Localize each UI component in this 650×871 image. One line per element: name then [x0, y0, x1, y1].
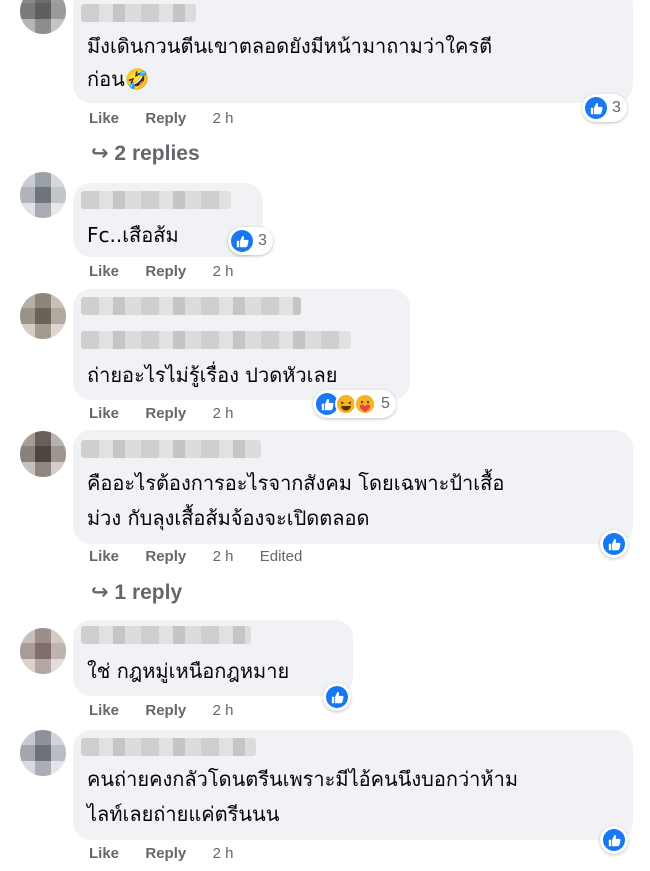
comment-text-line: คืออะไรต้องการอะไรจากสังคม โดยเฉพาะป้าเส… — [87, 471, 505, 495]
comment-text-line: ก่อน🤣 — [87, 67, 150, 91]
comment-bubble: คืออะไรต้องการอะไรจากสังคม โดยเฉพาะป้าเส… — [73, 430, 633, 544]
comment-text-line: คนถ่ายคงกลัวโดนตรีนเพราะมีไอ้คนนึงบอกว่า… — [87, 767, 519, 791]
reply-link[interactable]: Reply — [145, 702, 186, 719]
reply-link[interactable]: Reply — [145, 263, 186, 280]
like-link[interactable]: Like — [89, 702, 119, 719]
comment-bubble: มึงเดินกวนตีนเขาตลอดยังมีหน้ามาถามว่าใคร… — [73, 0, 633, 103]
comment-actions: Like Reply 2 h — [89, 702, 233, 719]
like-link[interactable]: Like — [89, 405, 119, 422]
comment-bubble: ใช่ กฎหมู่เหนือกฎหมาย — [73, 620, 353, 696]
like-link[interactable]: Like — [89, 548, 119, 565]
comment-text-line: มึงเดินกวนตีนเขาตลอดยังมีหน้ามาถามว่าใคร… — [87, 34, 493, 58]
author-name[interactable] — [81, 440, 261, 458]
comment-text-line: ม่วง กับลุงเสื้อส้มจ้องจะเปิดตลอด — [87, 506, 370, 530]
reaction-summary[interactable] — [600, 826, 628, 854]
author-name-line — [81, 331, 351, 349]
view-replies-link[interactable]: ↪ 1 reply — [91, 580, 182, 605]
comment-thread: มึงเดินกวนตีนเขาตลอดยังมีหน้ามาถามว่าใคร… — [0, 0, 650, 871]
avatar[interactable] — [20, 172, 66, 218]
care-face-icon — [354, 393, 376, 415]
avatar[interactable] — [20, 431, 66, 477]
author-name[interactable] — [81, 191, 231, 209]
thumbs-up-icon — [603, 533, 625, 555]
author-name[interactable] — [81, 4, 196, 22]
reaction-summary[interactable]: 5 — [313, 390, 396, 418]
timestamp[interactable]: 2 h — [213, 548, 234, 565]
edited-label: Edited — [259, 548, 303, 565]
like-link[interactable]: Like — [89, 263, 119, 280]
reaction-count: 3 — [258, 232, 267, 249]
view-replies-link[interactable]: ↪ 2 replies — [91, 141, 200, 166]
reaction-summary[interactable] — [600, 530, 628, 558]
reply-link[interactable]: Reply — [145, 110, 186, 127]
like-link[interactable]: Like — [89, 845, 119, 862]
reply-link[interactable]: Reply — [145, 548, 186, 565]
comment-actions: Like Reply 2 h — [89, 845, 233, 862]
comment-actions: Like Reply 2 h — [89, 405, 233, 422]
comment-actions: Like Reply 2 h — [89, 110, 233, 127]
author-name[interactable] — [81, 626, 251, 644]
reaction-count: 5 — [381, 395, 390, 412]
thumbs-up-icon — [585, 97, 607, 119]
author-name[interactable] — [81, 738, 256, 756]
reply-link[interactable]: Reply — [145, 405, 186, 422]
timestamp[interactable]: 2 h — [213, 110, 234, 127]
avatar[interactable] — [20, 293, 66, 339]
timestamp[interactable]: 2 h — [213, 263, 234, 280]
avatar[interactable] — [20, 0, 66, 34]
comment-bubble: คนถ่ายคงกลัวโดนตรีนเพราะมีไอ้คนนึงบอกว่า… — [73, 730, 633, 840]
comment-text-line: Fc..เสือส้ม — [87, 223, 179, 247]
thumbs-up-icon — [326, 686, 348, 708]
reaction-summary[interactable]: 3 — [228, 227, 273, 255]
comment-actions: Like Reply 2 h Edited — [89, 548, 302, 565]
comment-bubble: ถ่ายอะไรไม่รู้เรื่อง ปวดหัวเลย — [73, 289, 410, 400]
thumbs-up-icon — [231, 230, 253, 252]
timestamp[interactable]: 2 h — [213, 845, 234, 862]
reaction-summary[interactable] — [323, 683, 351, 711]
timestamp[interactable]: 2 h — [213, 405, 234, 422]
comment-text-line: ถ่ายอะไรไม่รู้เรื่อง ปวดหัวเลย — [87, 363, 338, 387]
like-link[interactable]: Like — [89, 110, 119, 127]
comment-actions: Like Reply 2 h — [89, 263, 233, 280]
comment-text-line: ใช่ กฎหมู่เหนือกฎหมาย — [87, 659, 290, 683]
author-name[interactable] — [81, 297, 301, 315]
timestamp[interactable]: 2 h — [213, 702, 234, 719]
avatar[interactable] — [20, 628, 66, 674]
comment-text-line: ไลท์เลยถ่ายแค่ตรีนนน — [87, 802, 280, 826]
avatar[interactable] — [20, 730, 66, 776]
reaction-count: 3 — [612, 99, 621, 116]
reply-link[interactable]: Reply — [145, 845, 186, 862]
reaction-summary[interactable]: 3 — [582, 94, 627, 122]
thumbs-up-icon — [603, 829, 625, 851]
